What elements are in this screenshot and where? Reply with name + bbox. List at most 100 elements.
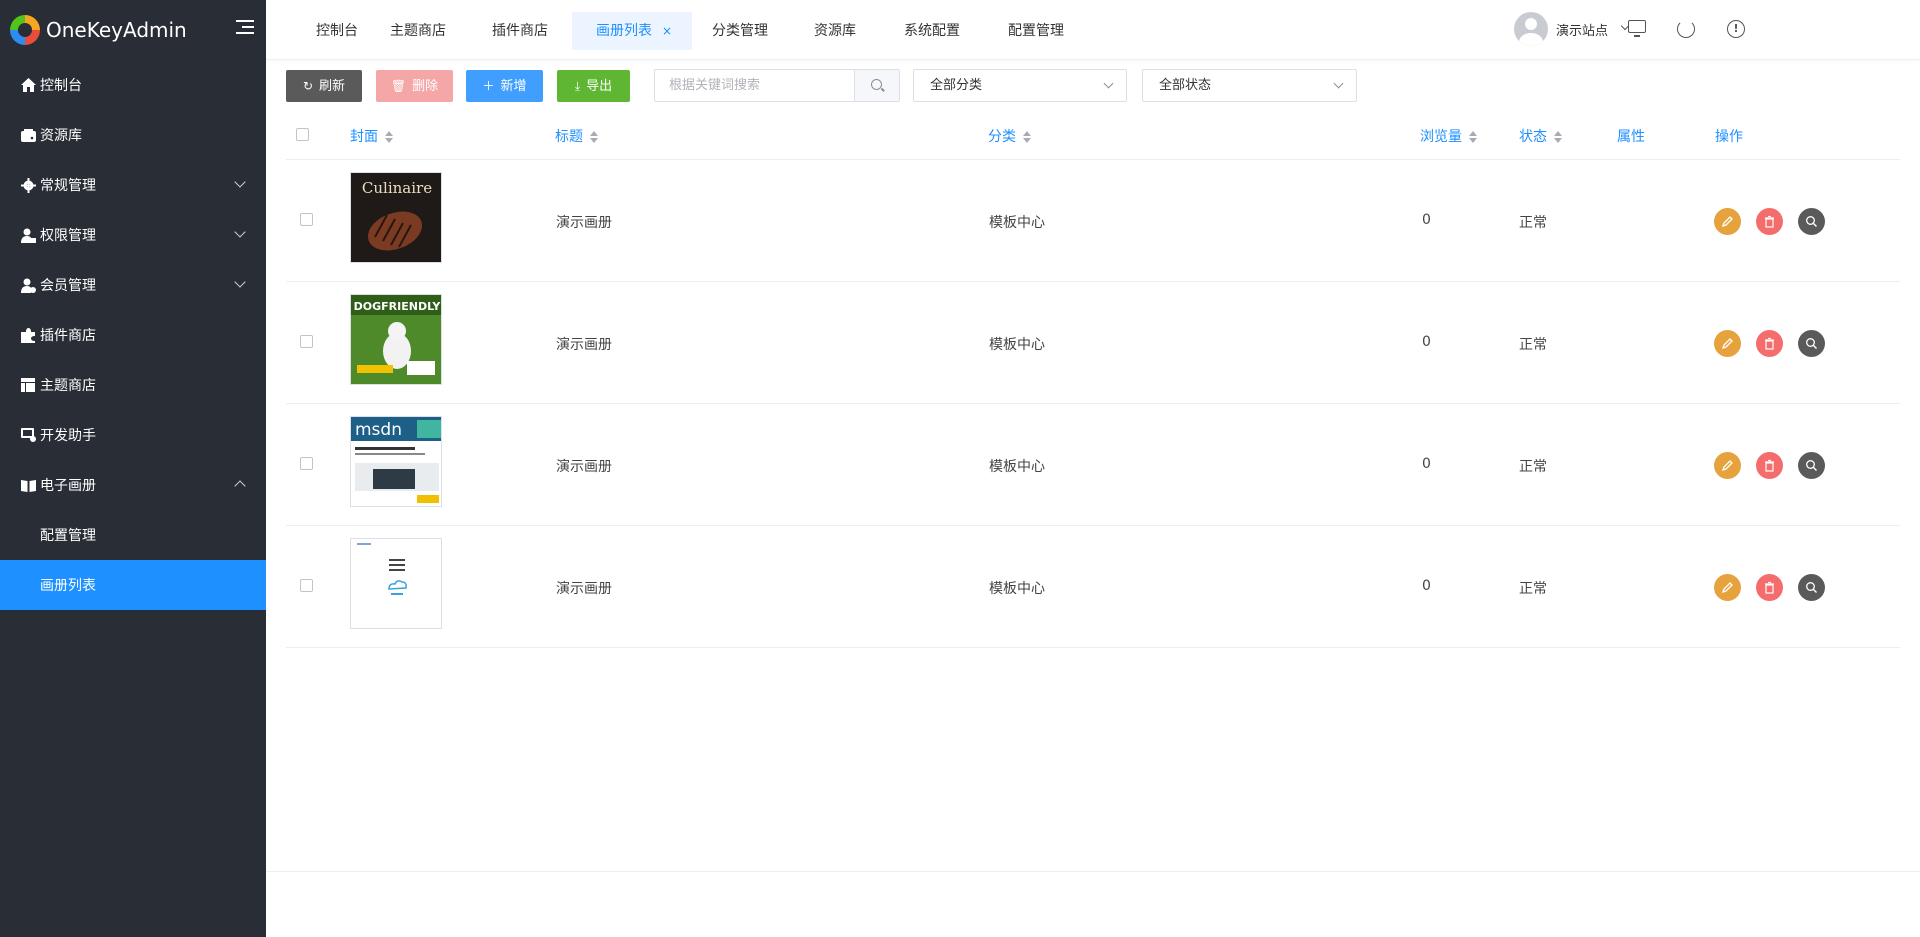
- sidebar-item-general[interactable]: 常规管理: [0, 160, 266, 210]
- row-category: 模板中心: [989, 215, 1045, 231]
- column-label: 分类: [988, 129, 1016, 145]
- sidebar-item-album-list[interactable]: 画册列表: [0, 560, 266, 610]
- sidebar-item-permissions[interactable]: 权限管理: [0, 210, 266, 260]
- row-checkbox[interactable]: [300, 335, 313, 348]
- search-icon: [1806, 338, 1817, 349]
- sidebar-collapse-icon[interactable]: [236, 20, 254, 36]
- column-category[interactable]: 分类: [988, 126, 1032, 146]
- sort-icon[interactable]: [589, 130, 599, 144]
- add-button[interactable]: ＋ 新增: [466, 70, 543, 102]
- tab-system-config[interactable]: 系统配置: [880, 12, 984, 50]
- monitor-icon[interactable]: [1628, 20, 1646, 37]
- button-label: 新增: [500, 79, 527, 94]
- sort-icon[interactable]: [1553, 130, 1563, 144]
- pencil-icon: [1721, 216, 1733, 228]
- layout-icon: [20, 377, 36, 393]
- info-icon[interactable]: !: [1727, 20, 1745, 38]
- pencil-icon: [1721, 338, 1733, 350]
- sidebar-item-themes[interactable]: 主题商店: [0, 360, 266, 410]
- select-value: 全部状态: [1159, 78, 1212, 93]
- search-button[interactable]: [854, 70, 899, 101]
- row-checkbox[interactable]: [300, 457, 313, 470]
- view-button[interactable]: [1798, 330, 1825, 357]
- tab-plugin-store[interactable]: 插件商店: [468, 12, 572, 50]
- cover-title: DOGFRIENDLY: [354, 300, 442, 313]
- cover-title: msdn: [355, 420, 402, 440]
- sidebar-item-members[interactable]: 会员管理: [0, 260, 266, 310]
- sidebar-item-config[interactable]: 配置管理: [0, 510, 266, 560]
- tab-album-list[interactable]: 画册列表 ×: [572, 12, 692, 50]
- book-icon: [20, 477, 36, 493]
- sidebar-item-dashboard[interactable]: 控制台: [0, 60, 266, 110]
- tab-label: 分类管理: [712, 23, 768, 39]
- cover-image[interactable]: Culinaire: [350, 172, 442, 263]
- cover-image[interactable]: [350, 538, 442, 629]
- tab-label: 插件商店: [492, 23, 548, 39]
- sidebar-item-label: 常规管理: [40, 178, 96, 194]
- column-title[interactable]: 标题: [555, 126, 599, 146]
- sidebar-item-ebook[interactable]: 电子画册: [0, 460, 266, 510]
- table-header: 封面 标题 分类 浏览量 状态 属性 操作: [286, 110, 1900, 160]
- column-views[interactable]: 浏览量: [1420, 126, 1478, 146]
- sidebar-item-resources[interactable]: 资源库: [0, 110, 266, 160]
- delete-row-button[interactable]: [1756, 208, 1783, 235]
- delete-button[interactable]: 🗑 删除: [376, 70, 453, 102]
- category-select[interactable]: 全部分类: [913, 69, 1127, 102]
- sidebar-item-label: 会员管理: [40, 278, 96, 294]
- row-title: 演示画册: [556, 215, 612, 231]
- divider: [266, 871, 1920, 872]
- refresh-icon[interactable]: [1677, 20, 1695, 38]
- delete-row-button[interactable]: [1756, 452, 1783, 479]
- edit-button[interactable]: [1714, 330, 1741, 357]
- sort-icon[interactable]: [1022, 130, 1032, 144]
- refresh-button[interactable]: ↻ 刷新: [286, 70, 362, 102]
- select-all-checkbox[interactable]: [296, 128, 309, 141]
- edit-button[interactable]: [1714, 574, 1741, 601]
- tab-config-manage[interactable]: 配置管理: [984, 12, 1088, 50]
- cover-image[interactable]: DOGFRIENDLY: [350, 294, 442, 385]
- edit-button[interactable]: [1714, 208, 1741, 235]
- export-button[interactable]: ⤓ 导出: [557, 70, 630, 102]
- tab-resources[interactable]: 资源库: [790, 12, 880, 50]
- status-select[interactable]: 全部状态: [1142, 69, 1357, 102]
- row-checkbox[interactable]: [300, 579, 313, 592]
- avatar[interactable]: [1514, 12, 1548, 46]
- tab-label: 配置管理: [1008, 23, 1064, 39]
- search-input[interactable]: [655, 70, 855, 101]
- table-row: Culinaire 演示画册 模板中心 0 正常: [286, 160, 1900, 282]
- delete-row-button[interactable]: [1756, 330, 1783, 357]
- delete-row-button[interactable]: [1756, 574, 1783, 601]
- row-views: 0: [1422, 212, 1431, 228]
- gear-icon: [20, 177, 36, 193]
- column-status[interactable]: 状态: [1519, 126, 1563, 146]
- sort-icon[interactable]: [384, 130, 394, 144]
- sidebar-item-label: 资源库: [40, 128, 82, 144]
- column-label: 标题: [555, 129, 583, 145]
- column-label: 操作: [1715, 129, 1743, 145]
- sidebar-item-dev-tools[interactable]: 开发助手: [0, 410, 266, 460]
- close-icon[interactable]: ×: [662, 24, 672, 38]
- view-button[interactable]: [1798, 452, 1825, 479]
- sidebar-item-plugins[interactable]: 插件商店: [0, 310, 266, 360]
- tab-label: 主题商店: [390, 23, 446, 39]
- drive-icon: [20, 127, 36, 143]
- sort-icon[interactable]: [1468, 130, 1478, 144]
- search-icon: [871, 79, 882, 90]
- row-views: 0: [1422, 334, 1431, 350]
- row-views: 0: [1422, 578, 1431, 594]
- tab-theme-store[interactable]: 主题商店: [366, 12, 470, 50]
- row-checkbox[interactable]: [300, 213, 313, 226]
- chevron-down-icon: [234, 226, 246, 238]
- chevron-down-icon: [234, 176, 246, 188]
- cover-image[interactable]: msdn: [350, 416, 442, 507]
- tab-category-manage[interactable]: 分类管理: [688, 12, 792, 50]
- site-name[interactable]: 演示站点: [1556, 20, 1608, 39]
- pencil-icon: [1721, 460, 1733, 472]
- column-cover[interactable]: 封面: [350, 126, 394, 146]
- tab-label: 画册列表: [596, 23, 652, 39]
- view-button[interactable]: [1798, 208, 1825, 235]
- view-button[interactable]: [1798, 574, 1825, 601]
- download-icon: ⤓: [574, 79, 581, 93]
- edit-button[interactable]: [1714, 452, 1741, 479]
- row-category: 模板中心: [989, 337, 1045, 353]
